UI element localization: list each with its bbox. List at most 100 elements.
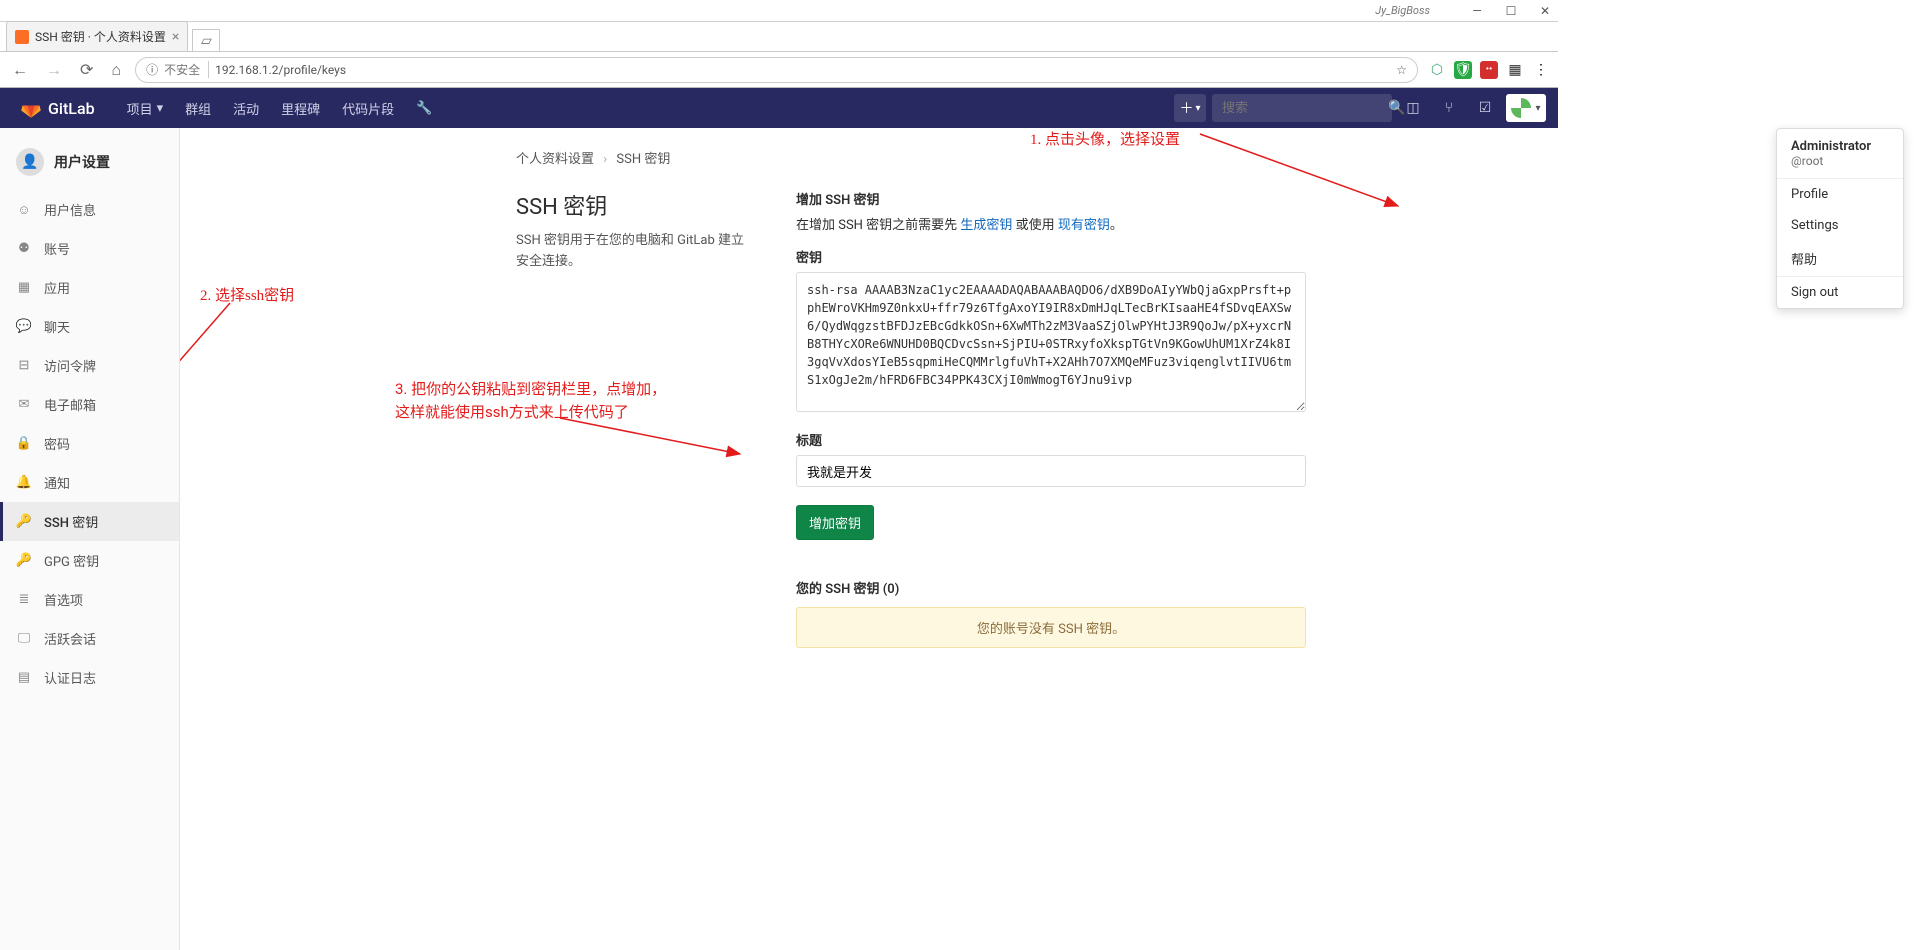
window-titlebar: Jy_BigBoss — ☐ ✕ [0, 0, 1558, 22]
sidebar-item-ssh-keys[interactable]: 🔑SSH 密钥 [0, 502, 179, 541]
url-text: 192.168.1.2/profile/keys [215, 63, 346, 77]
mail-icon: ✉ [16, 397, 32, 413]
main-content: 个人资料设置 › SSH 密钥 SSH 密钥 SSH 密钥用于在您的电脑和 Gi… [180, 128, 1558, 950]
generate-key-link[interactable]: 生成密钥 [960, 218, 1012, 233]
star-icon[interactable]: ☆ [1396, 63, 1407, 77]
sidebar-item-preferences[interactable]: ≣首选项 [0, 580, 179, 619]
search-box[interactable]: 🔍 [1212, 94, 1392, 122]
dropdown-item-help[interactable]: 帮助 [1777, 241, 1903, 276]
browser-toolbar: ← → ⟳ ⌂ ⓘ 不安全 192.168.1.2/profile/keys ☆… [0, 52, 1558, 88]
sidebar-item-authlog[interactable]: ▤认证日志 [0, 658, 179, 697]
add-key-button[interactable]: 增加密钥 [796, 505, 874, 540]
search-input[interactable] [1222, 101, 1388, 116]
new-dropdown-button[interactable]: ＋▾ [1174, 94, 1206, 122]
issues-icon: ◫ [1406, 100, 1419, 116]
annotation-1: 1. 点击头像，选择设置 [1030, 128, 1180, 149]
ext-icon-adblock[interactable]: 🛡 [1454, 61, 1472, 79]
user-dropdown-header: Administrator @root [1777, 129, 1903, 179]
chevron-down-icon: ▾ [1535, 103, 1540, 114]
todo-icon: ☑ [1479, 100, 1492, 116]
add-key-hint: 在增加 SSH 密钥之前需要先 生成密钥 或使用 现有密钥。 [796, 214, 1306, 233]
no-keys-alert: 您的账号没有 SSH 密钥。 [796, 607, 1306, 648]
key-textarea[interactable] [796, 272, 1306, 412]
gitlab-logo-icon [20, 97, 42, 119]
sidebar-item-gpg-keys[interactable]: 🔑GPG 密钥 [0, 541, 179, 580]
key-label: 密钥 [796, 247, 1306, 266]
extension-icons: ⬡ 🛡 •• ▦ ⋮ [1428, 61, 1550, 79]
users-icon: ⚉ [16, 241, 32, 257]
tab-title: SSH 密钥 · 个人资料设置 [35, 28, 166, 45]
sidebar-item-chat[interactable]: 💬聊天 [0, 307, 179, 346]
plus-icon: ＋ [1179, 98, 1193, 118]
sidebar-item-tokens[interactable]: ⊟访问令牌 [0, 346, 179, 385]
nav-snippets[interactable]: 代码片段 [332, 93, 404, 124]
sidebar-title: 用户设置 [54, 152, 110, 172]
home-button[interactable]: ⌂ [107, 58, 125, 82]
chat-icon: 💬 [16, 319, 32, 335]
ext-icon-lastpass[interactable]: •• [1480, 61, 1498, 79]
ext-icon-4[interactable]: ▦ [1506, 61, 1524, 79]
sidebar-item-password[interactable]: 🔒密码 [0, 424, 179, 463]
browser-menu-button[interactable]: ⋮ [1532, 61, 1550, 79]
user-menu-button[interactable]: ▾ [1506, 94, 1546, 122]
sidebar-item-emails[interactable]: ✉电子邮箱 [0, 385, 179, 424]
settings-sidebar: 👤 用户设置 ☺用户信息 ⚉账号 ▦应用 💬聊天 ⊟访问令牌 ✉电子邮箱 🔒密码… [0, 128, 180, 950]
key-icon: 🔑 [16, 553, 32, 569]
annotation-2: 2. 选择ssh密钥 [200, 284, 294, 305]
nav-projects[interactable]: 项目 ▾ [117, 93, 174, 124]
dropdown-item-signout[interactable]: Sign out [1777, 277, 1903, 308]
sidebar-item-account[interactable]: ⚉账号 [0, 229, 179, 268]
window-close-button[interactable]: ✕ [1538, 4, 1552, 18]
log-icon: ▤ [16, 670, 32, 686]
key-icon: 🔑 [16, 514, 32, 530]
breadcrumb-sep-icon: › [603, 152, 607, 167]
sidebar-item-profile[interactable]: ☺用户信息 [0, 190, 179, 229]
sidebar-item-sessions[interactable]: 🖵活跃会话 [0, 619, 179, 658]
dropdown-item-settings[interactable]: Settings [1777, 210, 1903, 241]
insecure-label: 不安全 [164, 61, 209, 78]
tab-close-button[interactable]: × [172, 29, 179, 45]
preferences-icon: ≣ [16, 592, 32, 608]
apps-icon: ▦ [16, 280, 32, 296]
title-input[interactable] [796, 455, 1306, 487]
merge-requests-shortcut[interactable]: ⑂ [1434, 94, 1464, 122]
dropdown-username: @root [1791, 154, 1889, 168]
new-tab-button[interactable]: ▱ [192, 29, 220, 51]
token-icon: ⊟ [16, 358, 32, 374]
dropdown-user-name: Administrator [1791, 139, 1889, 154]
bell-icon: 🔔 [16, 475, 32, 491]
forward-button[interactable]: → [42, 58, 66, 82]
nav-groups[interactable]: 群组 [175, 93, 221, 124]
todos-shortcut[interactable]: ☑ [1470, 94, 1500, 122]
existing-key-link[interactable]: 现有密钥 [1058, 218, 1110, 233]
session-icon: 🖵 [16, 631, 32, 647]
avatar [1511, 98, 1531, 118]
browser-tab-strip: SSH 密钥 · 个人资料设置 × ▱ [0, 22, 1558, 52]
sidebar-item-notifications[interactable]: 🔔通知 [0, 463, 179, 502]
nav-admin-wrench[interactable]: 🔧 [406, 93, 442, 124]
window-minimize-button[interactable]: — [1470, 4, 1484, 18]
gitlab-brand-text: GitLab [48, 99, 95, 118]
breadcrumb-root[interactable]: 个人资料设置 [516, 152, 594, 167]
os-username: Jy_BigBoss [1375, 4, 1430, 17]
add-key-heading: 增加 SSH 密钥 [796, 189, 1306, 208]
lock-icon: 🔒 [16, 436, 32, 452]
gitlab-favicon [15, 30, 29, 44]
window-maximize-button[interactable]: ☐ [1504, 4, 1518, 18]
dropdown-item-profile[interactable]: Profile [1777, 179, 1903, 210]
issues-shortcut[interactable]: ◫ [1398, 94, 1428, 122]
back-button[interactable]: ← [8, 58, 32, 82]
nav-milestones[interactable]: 里程碑 [271, 93, 330, 124]
breadcrumb: 个人资料设置 › SSH 密钥 [516, 148, 1522, 167]
chevron-down-icon: ▾ [1195, 103, 1200, 114]
sidebar-item-apps[interactable]: ▦应用 [0, 268, 179, 307]
user-dropdown-menu: Administrator @root Profile Settings 帮助 … [1776, 128, 1904, 309]
address-bar[interactable]: ⓘ 不安全 192.168.1.2/profile/keys ☆ [135, 57, 1418, 83]
ext-icon-1[interactable]: ⬡ [1428, 61, 1446, 79]
browser-tab[interactable]: SSH 密钥 · 个人资料设置 × [6, 21, 188, 51]
reload-button[interactable]: ⟳ [76, 58, 97, 81]
nav-activity[interactable]: 活动 [223, 93, 269, 124]
your-keys-heading: 您的 SSH 密钥 (0) [796, 578, 1306, 597]
gitlab-logo-link[interactable]: GitLab [12, 97, 103, 119]
breadcrumb-current: SSH 密钥 [616, 152, 670, 167]
